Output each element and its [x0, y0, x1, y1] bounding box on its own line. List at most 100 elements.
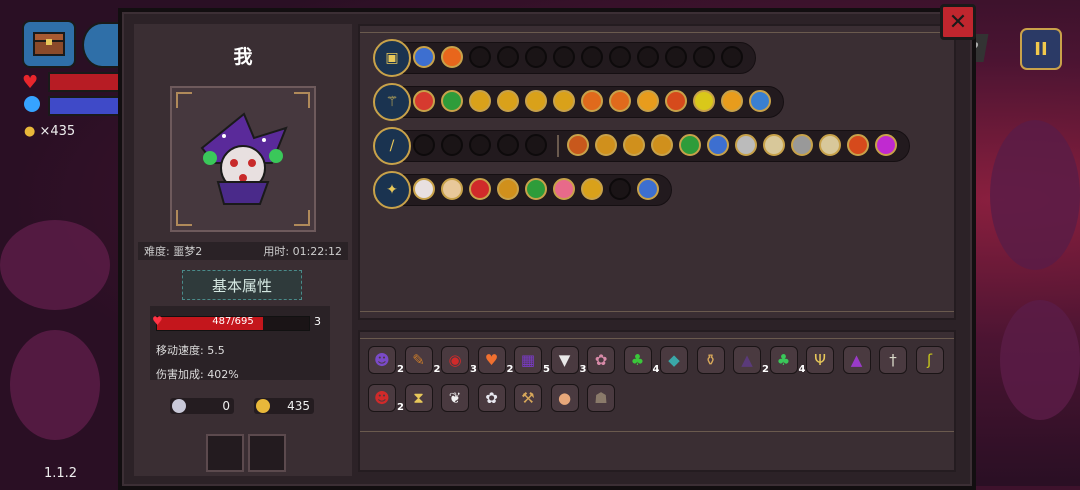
- hook-icon[interactable]: ʃ: [915, 346, 944, 374]
- red-eye-icon[interactable]: ◉: [441, 346, 469, 374]
- witch-hat-portrait-icon[interactable]: ☻: [368, 346, 396, 374]
- witch-character-sprite: [200, 112, 288, 205]
- player-name: 我: [233, 46, 253, 68]
- antlers-icon[interactable]: Ψ: [806, 346, 834, 374]
- up-arrows-gem-icon[interactable]: [581, 178, 603, 200]
- spark-gem-icon[interactable]: [651, 134, 673, 156]
- pickaxe-icon[interactable]: ⚒: [514, 384, 542, 412]
- close-button[interactable]: ✕: [940, 4, 976, 40]
- difficulty-label: 难度: 噩梦2: [144, 245, 203, 258]
- equipment-slot[interactable]: [206, 434, 244, 472]
- spark-gem-icon[interactable]: [497, 178, 519, 200]
- ghost-gem-icon[interactable]: [693, 90, 715, 112]
- empty-gem-slot[interactable]: [581, 46, 603, 68]
- target-gem-icon[interactable]: [413, 90, 435, 112]
- empty-gem-slot[interactable]: [497, 134, 519, 156]
- book-gem-icon[interactable]: [819, 134, 841, 156]
- empty-gem-slot[interactable]: [553, 46, 575, 68]
- orb-gem-icon[interactable]: [791, 134, 813, 156]
- skull-gem-icon[interactable]: [679, 134, 701, 156]
- up-arrows-gem-icon[interactable]: [469, 90, 491, 112]
- pause-button[interactable]: II: [1020, 28, 1062, 70]
- items-panel: ☻ 2 ✎ 2 ◉ 3 ♥ 2 ▦ 5 ▼ 3 ✿ ♣ 4 ◆ ⚱ ▲ 2 ♣ 4 Ψ ▲ † ʃ ☻ 2 ⧗ ❦ ✿ ⚒ ● ☗: [358, 330, 956, 472]
- blue-slime-gem-icon[interactable]: [637, 178, 659, 200]
- weapon-icon[interactable]: [82, 22, 122, 68]
- item-count: 4: [652, 364, 660, 375]
- brain-icon[interactable]: ✿: [587, 346, 615, 374]
- dagger-icon[interactable]: †: [879, 346, 907, 374]
- hourglass-icon[interactable]: ⧗: [404, 384, 433, 412]
- teal-tile-icon[interactable]: ◆: [660, 346, 688, 374]
- radiation-gem-icon[interactable]: [847, 134, 869, 156]
- spark-gem-icon[interactable]: [595, 134, 617, 156]
- coin-icon: [256, 399, 270, 413]
- empty-gem-slot[interactable]: [413, 134, 435, 156]
- chest-icon[interactable]: [22, 20, 76, 68]
- radiation-gem-icon[interactable]: [665, 90, 687, 112]
- empty-gem-slot[interactable]: [497, 46, 519, 68]
- up-arrows-gem-icon[interactable]: [525, 90, 547, 112]
- purple-hat-icon[interactable]: ▲: [842, 346, 871, 374]
- cloud-gem-icon[interactable]: [441, 178, 463, 200]
- white-flower-icon[interactable]: ✿: [477, 384, 506, 412]
- cherry-gem-icon[interactable]: [469, 178, 491, 200]
- heart-icon: ♥: [152, 314, 163, 328]
- time-label: 用时: 01:22:12: [263, 245, 342, 258]
- chevrons-gem-icon[interactable]: [637, 90, 659, 112]
- clover-icon[interactable]: ♣: [769, 346, 798, 374]
- run-info-bar: 难度: 噩梦2 用时: 01:22:12: [138, 242, 348, 260]
- empty-gem-slot[interactable]: [609, 178, 631, 200]
- spellbook-icon[interactable]: ▦: [514, 346, 542, 374]
- pig-gem-icon[interactable]: [553, 178, 575, 200]
- heart-icon[interactable]: ♥: [477, 346, 506, 374]
- item-count: 2: [506, 364, 514, 375]
- hud-hp-bar: [48, 72, 124, 92]
- empty-gem-slot[interactable]: [525, 134, 547, 156]
- staff-icon[interactable]: ⚚: [373, 83, 411, 121]
- chest-icon[interactable]: ▣: [373, 39, 411, 77]
- empty-gem-slot[interactable]: [525, 46, 547, 68]
- character-portrait: [170, 86, 316, 232]
- empty-gem-slot[interactable]: [693, 46, 715, 68]
- eye-gem-icon[interactable]: [735, 134, 757, 156]
- green-flame-icon[interactable]: ♣: [623, 346, 652, 374]
- empty-gem-slot[interactable]: [469, 134, 491, 156]
- claw-gem-icon[interactable]: [581, 90, 603, 112]
- blue-slime-gem-icon[interactable]: [707, 134, 729, 156]
- book-gem-icon[interactable]: [763, 134, 785, 156]
- claw-gem-icon[interactable]: [609, 90, 631, 112]
- blue-slime-gem-icon[interactable]: [413, 46, 435, 68]
- item-count: 2: [433, 364, 441, 375]
- skull-gem-icon[interactable]: [441, 90, 463, 112]
- egg-icon[interactable]: ●: [550, 384, 579, 412]
- equipment-slot[interactable]: [248, 434, 286, 472]
- skull-gem-icon[interactable]: [413, 178, 435, 200]
- shadow-cloak-icon[interactable]: ▲: [733, 346, 761, 374]
- fire-swirl-gem-icon[interactable]: [441, 46, 463, 68]
- empty-gem-slot[interactable]: [665, 46, 687, 68]
- crest-gem-icon[interactable]: [749, 90, 771, 112]
- up-arrows-gem-icon[interactable]: [497, 90, 519, 112]
- skull-gem-icon[interactable]: [525, 178, 547, 200]
- fist-gem-icon[interactable]: [567, 134, 589, 156]
- bat-icon[interactable]: ☗: [587, 384, 615, 412]
- empty-gem-slot[interactable]: [637, 46, 659, 68]
- empty-gem-slot[interactable]: [441, 134, 463, 156]
- demon-mask-icon[interactable]: ☻: [368, 384, 396, 412]
- chevrons-gem-icon[interactable]: [721, 90, 743, 112]
- player-info-column: 我 难度: 噩梦2 用时: 01:22:12 基本属性 487/695 ♥ 3 …: [134, 24, 352, 476]
- empty-gem-slot[interactable]: [469, 46, 491, 68]
- basic-attributes-tab[interactable]: 基本属性: [182, 270, 302, 300]
- fangs-icon[interactable]: ▼: [550, 346, 579, 374]
- up-arrows-gem-icon[interactable]: [553, 90, 575, 112]
- angel-wings-icon[interactable]: ❦: [441, 384, 469, 412]
- empty-gem-slot[interactable]: [721, 46, 743, 68]
- empty-gem-slot[interactable]: [609, 46, 631, 68]
- portrait-corner: [294, 92, 310, 108]
- urn-icon[interactable]: ⚱: [696, 346, 725, 374]
- spark-gem-icon[interactable]: [623, 134, 645, 156]
- scroll-icon[interactable]: ✎: [404, 346, 433, 374]
- sword-icon[interactable]: /: [373, 127, 411, 165]
- flame-gem-icon[interactable]: [875, 134, 897, 156]
- wand-icon[interactable]: ✦: [373, 171, 411, 209]
